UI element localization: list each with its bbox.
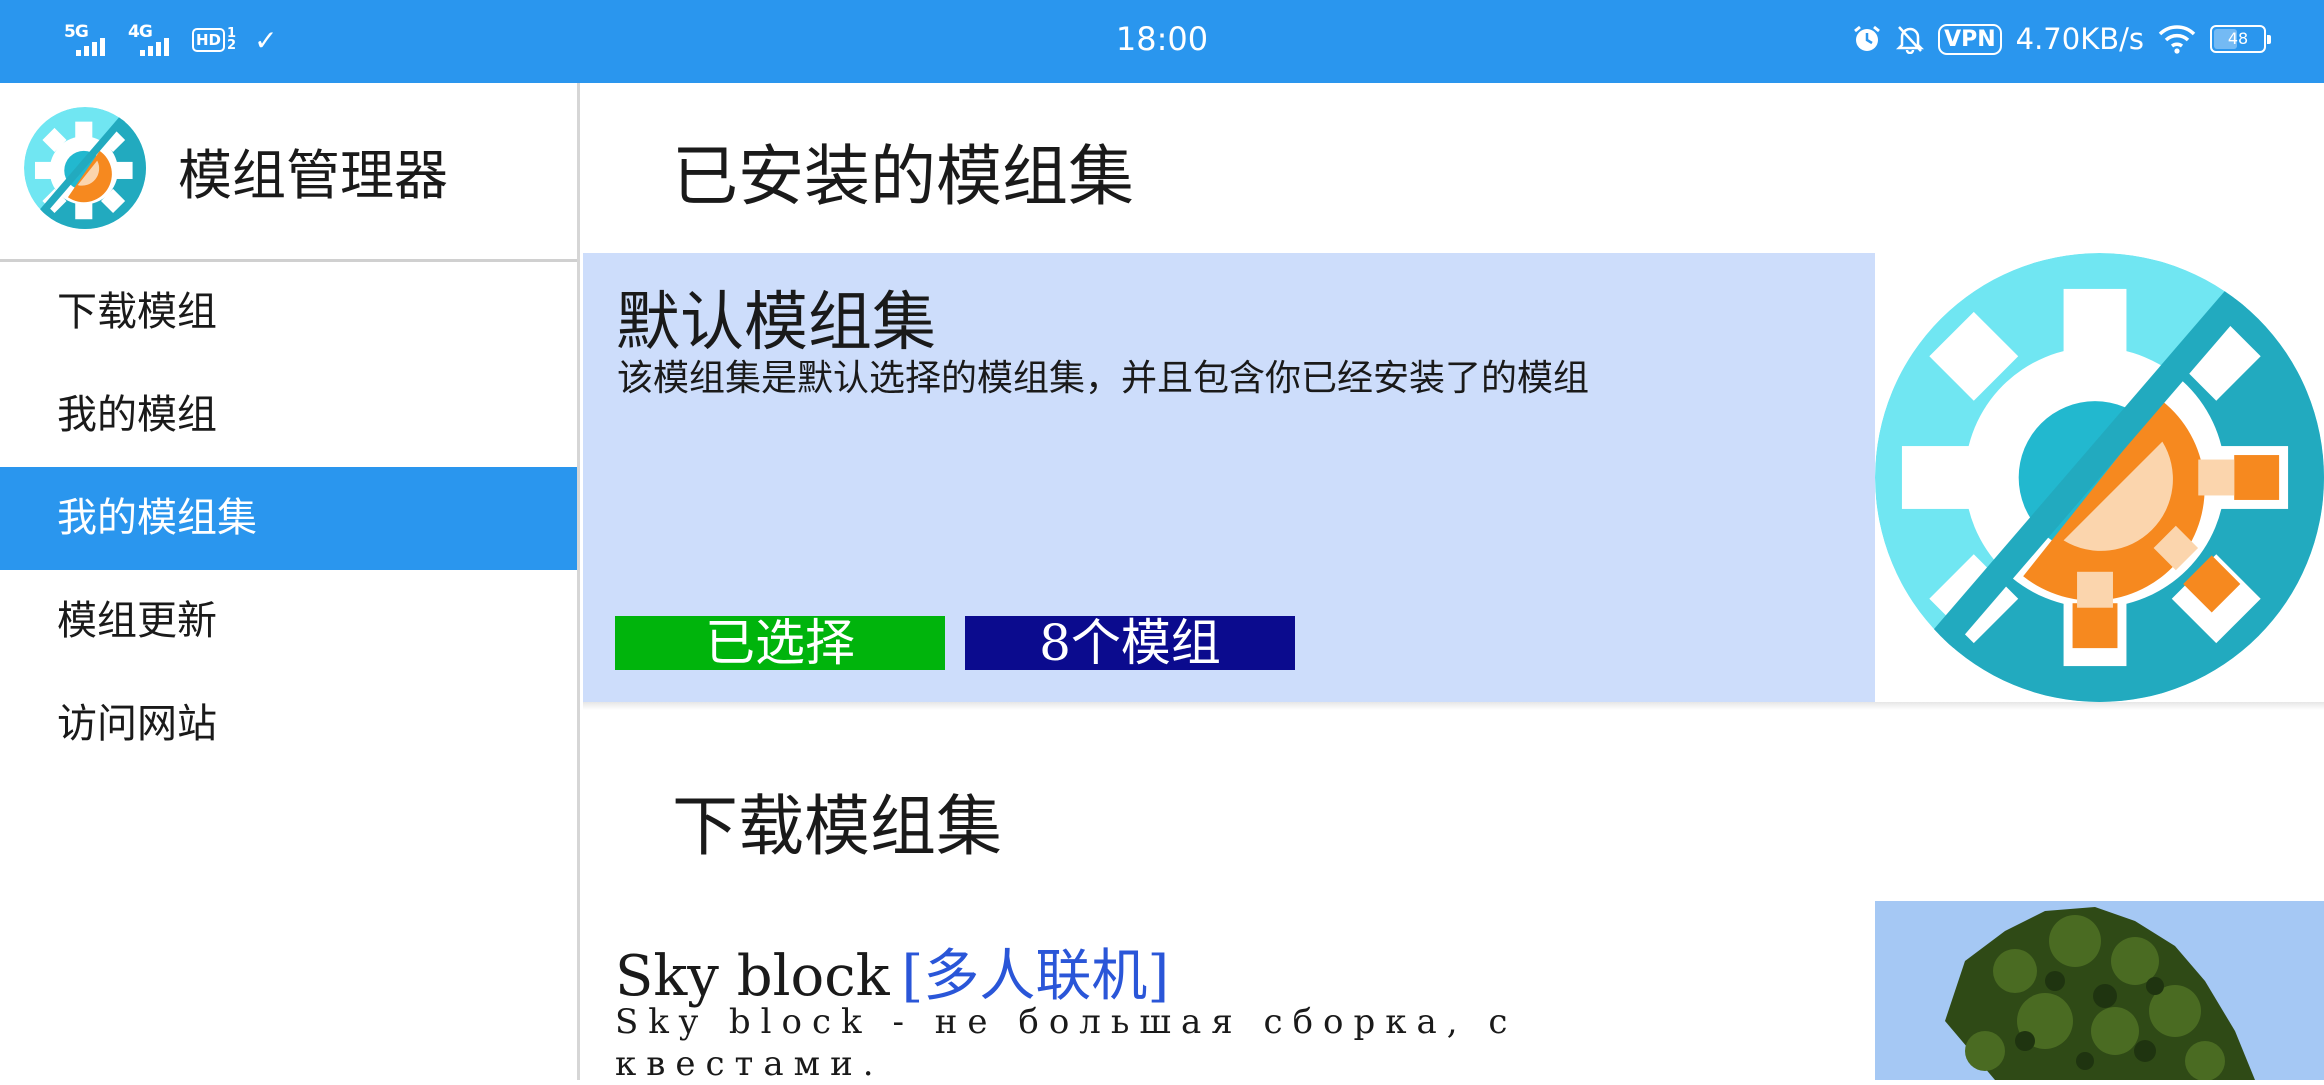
alarm-icon <box>1854 25 1880 51</box>
mute-icon <box>1896 26 1925 54</box>
tree-image[interactable] <box>1875 901 2324 1080</box>
battery-level: 48 <box>2227 29 2249 48</box>
nav-item-mod-updates[interactable]: 模组更新 <box>0 570 577 673</box>
sidebar: 模组管理器 下载模组 我的模组 我的模组集 模组更新 访问网站 <box>0 83 580 1080</box>
pack-gear-icon <box>1875 253 2324 702</box>
nav-item-visit-website[interactable]: 访问网站 <box>0 673 577 776</box>
nav-item-my-modpacks[interactable]: 我的模组集 <box>0 467 577 570</box>
wifi-icon <box>2158 25 2196 54</box>
modpack-tag: [多人联机] <box>901 944 1170 1009</box>
net-speed: 4.70KB/s <box>2015 22 2144 56</box>
vpn-badge: VPN <box>1938 23 2002 55</box>
default-pack-card[interactable]: 默认模组集 该模组集是默认选择的模组集，并且包含你已经安装了的模组 已选择 8个… <box>583 253 1875 702</box>
selected-badge: 已选择 <box>615 616 945 670</box>
status-right: VPN 4.70KB/s 48 <box>1852 22 2271 56</box>
download-heading: 下载模组集 <box>672 788 1002 865</box>
status-bar: 5G 4G HD 12 ✓ 18:00 VPN 4.70KB/s 48 <box>0 0 2324 83</box>
app-logo-icon <box>24 107 146 229</box>
modpack-item-title[interactable]: Sky block [多人联机] <box>615 931 1169 1012</box>
nav-item-download-mods[interactable]: 下载模组 <box>0 261 577 364</box>
modpack-name: Sky block <box>615 944 890 1009</box>
app-title: 模组管理器 <box>178 144 448 207</box>
main-content: 已安装的模组集 默认模组集 该模组集是默认选择的模组集，并且包含你已经安装了的模… <box>580 83 2324 1084</box>
app-header: 模组管理器 <box>0 83 577 262</box>
mod-count-badge: 8个模组 <box>965 616 1295 670</box>
nav-item-my-mods[interactable]: 我的模组 <box>0 364 577 467</box>
battery-icon: 48 <box>2210 25 2271 53</box>
pack-description: 该模组集是默认选择的模组集，并且包含你已经安装了的模组 <box>617 358 1590 399</box>
installed-heading: 已安装的模组集 <box>672 138 1134 215</box>
card-shadow <box>583 702 2324 710</box>
modpack-description: Sky block - не большая сборка, с квестам… <box>615 1002 1518 1084</box>
nav-menu: 下载模组 我的模组 我的模组集 模组更新 访问网站 <box>0 261 577 776</box>
